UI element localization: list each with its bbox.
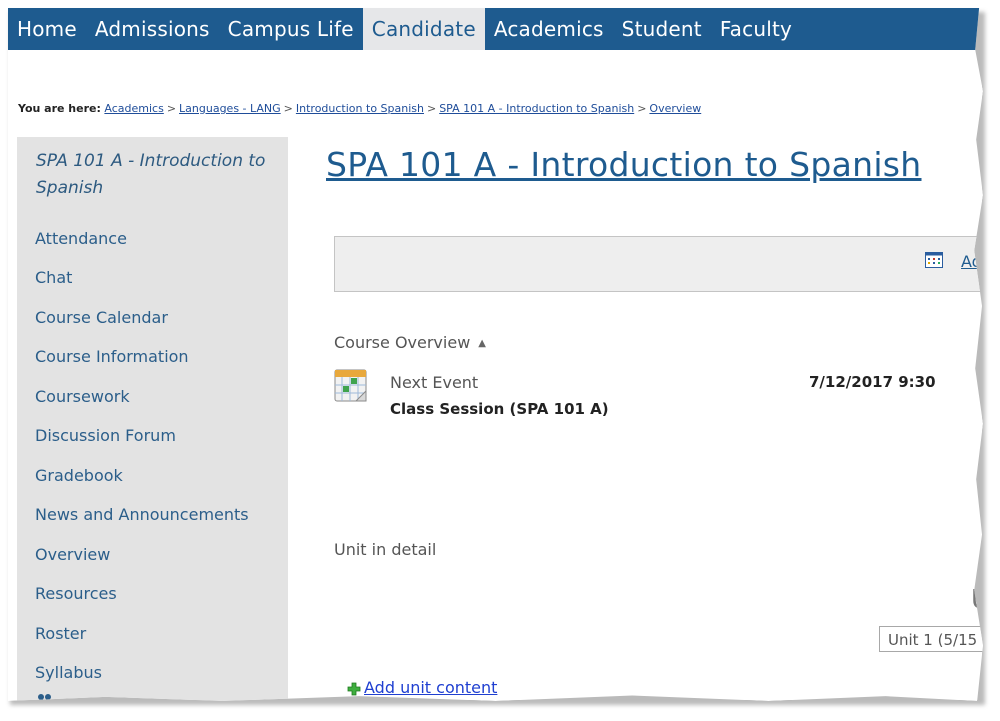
sidebar-item-syllabus[interactable]: Syllabus bbox=[35, 663, 102, 682]
sidebar-item-attendance[interactable]: Attendance bbox=[35, 229, 127, 248]
sidebar-item-roster[interactable]: Roster bbox=[35, 624, 86, 643]
sidebar-item-gradebook[interactable]: Gradebook bbox=[35, 466, 123, 485]
sidebar-item-news[interactable]: News and Announcements bbox=[35, 505, 249, 524]
breadcrumb-languages[interactable]: Languages - LANG bbox=[179, 102, 281, 115]
add-unit-content-label: Add unit content bbox=[364, 678, 498, 697]
nav-admissions[interactable]: Admissions bbox=[86, 8, 219, 50]
event-title[interactable]: Class Session (SPA 101 A) bbox=[390, 400, 609, 418]
sidebar-item-overview[interactable]: Overview bbox=[35, 545, 110, 564]
breadcrumb-separator: > bbox=[166, 102, 177, 115]
sidebar-item-coursework[interactable]: Coursework bbox=[35, 387, 130, 406]
breadcrumb: You are here: Academics > Languages - LANG… bbox=[18, 102, 701, 115]
sidebar-item-course-information[interactable]: Course Information bbox=[35, 347, 189, 366]
top-navigation: Home Admissions Campus Life Candidate Ac… bbox=[8, 8, 983, 50]
unit-select[interactable]: Unit 1 (5/15 bbox=[879, 626, 983, 652]
nav-faculty[interactable]: Faculty bbox=[711, 8, 801, 50]
breadcrumb-separator: > bbox=[426, 102, 437, 115]
sidebar-course-title: SPA 101 A - Introduction to Spanish bbox=[36, 151, 266, 198]
breadcrumb-course[interactable]: SPA 101 A - Introduction to Spanish bbox=[439, 102, 634, 115]
grid-calendar-icon[interactable] bbox=[925, 252, 943, 268]
nav-campus-life[interactable]: Campus Life bbox=[219, 8, 363, 50]
course-overview-label: Course Overview bbox=[334, 333, 471, 352]
course-sidebar: SPA 101 A - Introduction to Spanish Atte… bbox=[17, 137, 288, 701]
unit-detail-heading: Unit in detail bbox=[334, 540, 437, 559]
nav-student[interactable]: Student bbox=[613, 8, 711, 50]
breadcrumb-overview[interactable]: Overview bbox=[649, 102, 701, 115]
event-date: 7/12/2017 9:30 bbox=[809, 373, 936, 391]
browser-screenshot: Home Admissions Campus Life Candidate Ac… bbox=[8, 8, 983, 701]
nav-academics[interactable]: Academics bbox=[485, 8, 613, 50]
sidebar-item-discussion-forum[interactable]: Discussion Forum bbox=[35, 426, 176, 445]
breadcrumb-academics[interactable]: Academics bbox=[104, 102, 163, 115]
sidebar-item-course-calendar[interactable]: Course Calendar bbox=[35, 308, 168, 327]
breadcrumb-intro-spanish[interactable]: Introduction to Spanish bbox=[296, 102, 424, 115]
nav-candidate[interactable]: Candidate bbox=[362, 8, 485, 50]
page-title[interactable]: SPA 101 A - Introduction to Spanish bbox=[326, 145, 922, 184]
breadcrumb-prefix: You are here: bbox=[18, 102, 101, 115]
breadcrumb-separator: > bbox=[283, 102, 293, 115]
course-toolbar: Ad bbox=[334, 236, 983, 292]
calendar-event-icon bbox=[334, 369, 367, 402]
course-overview-heading: Course Overview ▲ bbox=[334, 333, 486, 352]
collapse-icon[interactable]: ▲ bbox=[478, 338, 486, 349]
sidebar-item-chat[interactable]: Chat bbox=[35, 268, 72, 287]
plus-icon bbox=[347, 682, 361, 696]
sidebar-item-resources[interactable]: Resources bbox=[35, 584, 117, 603]
next-event-label: Next Event bbox=[390, 373, 479, 392]
add-unit-content-link[interactable]: Add unit content bbox=[347, 678, 497, 697]
nav-home[interactable]: Home bbox=[8, 8, 86, 50]
breadcrumb-separator: > bbox=[637, 102, 647, 115]
